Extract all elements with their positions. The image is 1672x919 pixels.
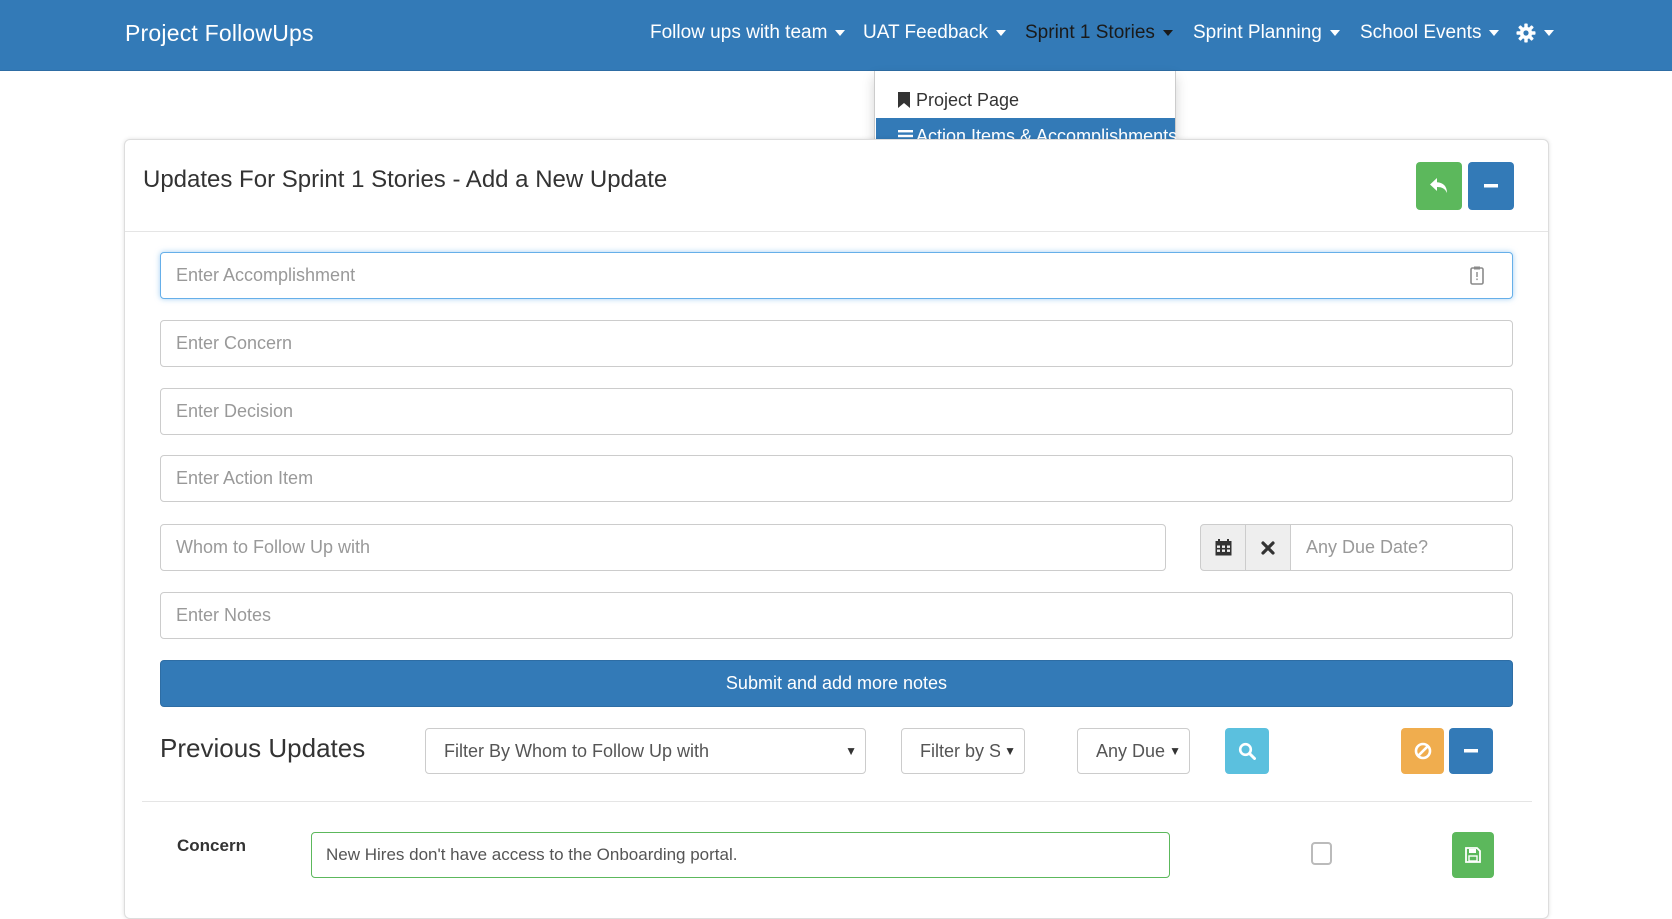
nav-label: School Events bbox=[1360, 22, 1482, 43]
dropdown-arrow-icon: ▼ bbox=[1000, 729, 1016, 773]
nav-label: Sprint Planning bbox=[1193, 22, 1322, 43]
nav-follow-ups-with-team[interactable]: Follow ups with team bbox=[650, 22, 846, 44]
action-item-input[interactable] bbox=[160, 455, 1513, 502]
filter-whom-select[interactable]: Filter By Whom to Follow Up with ▼ bbox=[425, 728, 866, 774]
concern-input[interactable] bbox=[160, 320, 1513, 367]
menu-item-label: Project Page bbox=[916, 90, 1020, 110]
save-update-button[interactable] bbox=[1452, 832, 1494, 878]
follow-up-with-input[interactable] bbox=[160, 524, 1166, 571]
caret-down-icon bbox=[1162, 29, 1173, 36]
nav-uat-feedback[interactable]: UAT Feedback bbox=[863, 22, 1006, 44]
submit-button[interactable]: Submit and add more notes bbox=[160, 660, 1513, 707]
ban-icon bbox=[1414, 742, 1432, 760]
search-button[interactable] bbox=[1225, 728, 1269, 774]
calendar-button[interactable] bbox=[1200, 524, 1246, 571]
dropdown-arrow-icon: ▼ bbox=[841, 729, 857, 773]
nav-label: Follow ups with team bbox=[650, 22, 828, 43]
update-text-input[interactable]: New Hires don't have access to the Onboa… bbox=[311, 832, 1170, 878]
top-navbar: Project FollowUps Follow ups with team U… bbox=[0, 0, 1672, 71]
due-date-input[interactable] bbox=[1290, 524, 1513, 571]
form-clipboard-icon bbox=[1470, 266, 1484, 285]
notes-input[interactable] bbox=[160, 592, 1513, 639]
bookmark-icon bbox=[898, 92, 914, 108]
search-icon bbox=[1238, 742, 1256, 760]
collapse-previous-button[interactable] bbox=[1449, 728, 1493, 774]
panel-header: Updates For Sprint 1 Stories - Add a New… bbox=[125, 140, 1548, 232]
nav-settings[interactable] bbox=[1516, 22, 1554, 44]
nav-label: Sprint 1 Stories bbox=[1025, 22, 1155, 43]
clear-filters-button[interactable] bbox=[1401, 728, 1444, 774]
previous-updates-title: Previous Updates bbox=[160, 733, 366, 763]
update-complete-checkbox[interactable] bbox=[1311, 842, 1332, 865]
reply-icon bbox=[1429, 177, 1449, 195]
filter-status-select[interactable]: Filter by S ▼ bbox=[901, 728, 1025, 774]
minus-icon bbox=[1484, 184, 1498, 188]
update-type-label: Concern bbox=[177, 836, 246, 855]
select-value: Any Due bbox=[1096, 741, 1166, 761]
decision-input[interactable] bbox=[160, 388, 1513, 435]
minus-icon bbox=[1464, 749, 1478, 753]
back-button[interactable] bbox=[1416, 162, 1462, 210]
save-icon bbox=[1465, 847, 1481, 863]
nav-sprint-planning[interactable]: Sprint Planning bbox=[1193, 22, 1340, 44]
menu-item-project-page[interactable]: Project Page bbox=[876, 82, 1175, 118]
nav-label: UAT Feedback bbox=[863, 22, 988, 43]
gear-icon bbox=[1516, 23, 1536, 43]
panel-title: Updates For Sprint 1 Stories - Add a New… bbox=[143, 166, 668, 193]
caret-down-icon bbox=[1329, 29, 1340, 36]
dropdown-arrow-icon: ▼ bbox=[1165, 729, 1181, 773]
calendar-icon bbox=[1215, 539, 1232, 556]
caret-down-icon bbox=[995, 29, 1006, 36]
nav-school-events[interactable]: School Events bbox=[1360, 22, 1500, 44]
caret-down-icon bbox=[1489, 29, 1500, 36]
select-value: Filter by S bbox=[920, 741, 1002, 761]
accomplishment-input[interactable] bbox=[160, 252, 1513, 299]
collapse-panel-button[interactable] bbox=[1468, 162, 1514, 210]
filter-due-select[interactable]: Any Due ▼ bbox=[1077, 728, 1190, 774]
caret-down-icon bbox=[1544, 29, 1554, 36]
close-icon bbox=[1261, 540, 1275, 555]
caret-down-icon bbox=[835, 29, 846, 36]
app-brand[interactable]: Project FollowUps bbox=[125, 20, 314, 47]
clear-date-button[interactable] bbox=[1245, 524, 1291, 571]
divider bbox=[142, 801, 1532, 802]
nav-sprint-1-stories[interactable]: Sprint 1 Stories bbox=[1025, 22, 1173, 44]
select-value: Filter By Whom to Follow Up with bbox=[444, 741, 710, 761]
